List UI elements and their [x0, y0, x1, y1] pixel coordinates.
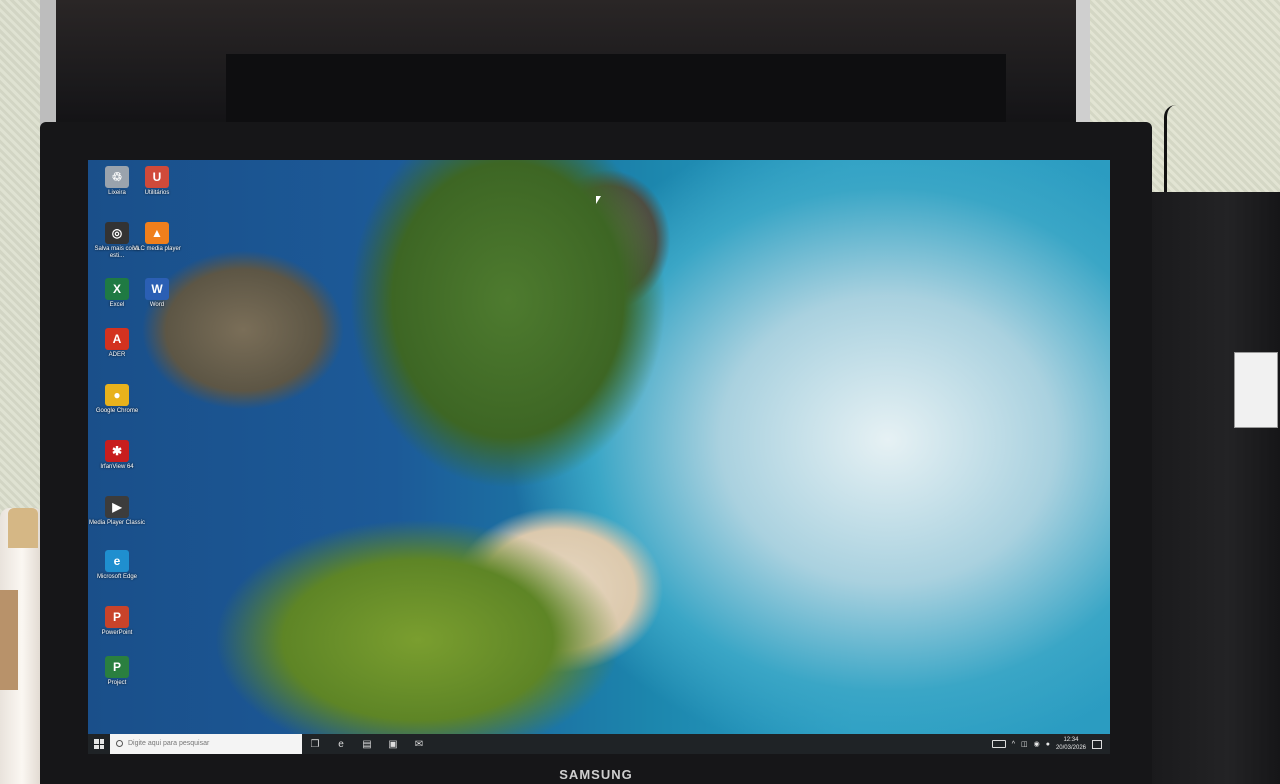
taskbar-edge-icon[interactable]: e	[328, 734, 354, 754]
desktop-icon-vlc[interactable]: ▲ VLC media player	[128, 222, 186, 253]
chrome-icon: ●	[105, 384, 129, 406]
pdf-reader-icon: A	[105, 328, 129, 350]
notifications-icon[interactable]	[1092, 739, 1102, 749]
word-icon: W	[145, 278, 169, 300]
vlc-icon: ▲	[145, 222, 169, 244]
volume-icon[interactable]: ◉	[1034, 740, 1040, 748]
clock[interactable]: 12:34 20/03/2026	[1056, 736, 1086, 752]
mail-icon[interactable]: ✉	[406, 734, 432, 754]
recycle-bin-icon: ♲	[105, 166, 129, 188]
cable	[1164, 105, 1184, 200]
chevron-up-icon[interactable]: ^	[1012, 741, 1015, 748]
store-icon[interactable]: ▣	[380, 734, 406, 754]
desktop-icon-chrome[interactable]: ● Google Chrome	[88, 384, 146, 415]
file-explorer-icon[interactable]: ▤	[354, 734, 380, 754]
start-button[interactable]	[88, 734, 110, 754]
project-icon: P	[105, 656, 129, 678]
desktop-icon-project[interactable]: P Project	[88, 656, 146, 687]
network-icon[interactable]: ◫	[1021, 740, 1028, 748]
desktop-icon-irfanview[interactable]: ✱ IrfanView 64	[88, 440, 146, 471]
desktop-icon-utilities[interactable]: U Utilitários	[128, 166, 186, 197]
pc-tower	[1150, 192, 1280, 784]
desktop[interactable]: ♲ Lixeira U Utilitários ◎ Salva mais coi…	[88, 160, 1110, 754]
pc-sticker	[1234, 352, 1278, 428]
desktop-icon-word[interactable]: W Word	[128, 278, 186, 309]
mouse-cursor-icon	[596, 196, 601, 204]
system-tray: ^ ◫ ◉ ● 12:34 20/03/2026	[991, 736, 1110, 752]
edge-icon: e	[105, 550, 129, 572]
app-icon: ◎	[105, 222, 129, 244]
bottle-label	[0, 590, 18, 690]
touch-keyboard-icon[interactable]	[991, 740, 1006, 748]
utilities-icon: U	[145, 166, 169, 188]
taskbar: Digite aqui para pesquisar ❐ e ▤ ▣ ✉ ^ ◫…	[88, 734, 1110, 754]
clock-time: 12:34	[1063, 737, 1079, 743]
excel-icon: X	[105, 278, 129, 300]
search-input[interactable]: Digite aqui para pesquisar	[110, 734, 302, 754]
irfanview-icon: ✱	[105, 440, 129, 462]
search-icon	[116, 740, 123, 747]
monitor-brand: SAMSUNG	[559, 767, 633, 782]
media-player-classic-icon: ▶	[105, 496, 129, 518]
clock-date: 20/03/2026	[1055, 745, 1086, 751]
desktop-icon-powerpoint[interactable]: P PowerPoint	[88, 606, 146, 637]
language-icon[interactable]: ●	[1046, 741, 1050, 748]
desktop-icon-edge[interactable]: e Microsoft Edge	[88, 550, 146, 581]
task-view-icon[interactable]: ❐	[302, 734, 328, 754]
search-placeholder: Digite aqui para pesquisar	[128, 740, 210, 747]
windows-logo-icon	[94, 739, 104, 749]
bottle-cap	[8, 508, 38, 548]
monitor: ♲ Lixeira U Utilitários ◎ Salva mais coi…	[40, 122, 1152, 784]
desktop-icon-pdf-reader[interactable]: A ADER	[88, 328, 146, 359]
powerpoint-icon: P	[105, 606, 129, 628]
desktop-icon-media-player-classic[interactable]: ▶ Media Player Classic	[88, 496, 146, 527]
